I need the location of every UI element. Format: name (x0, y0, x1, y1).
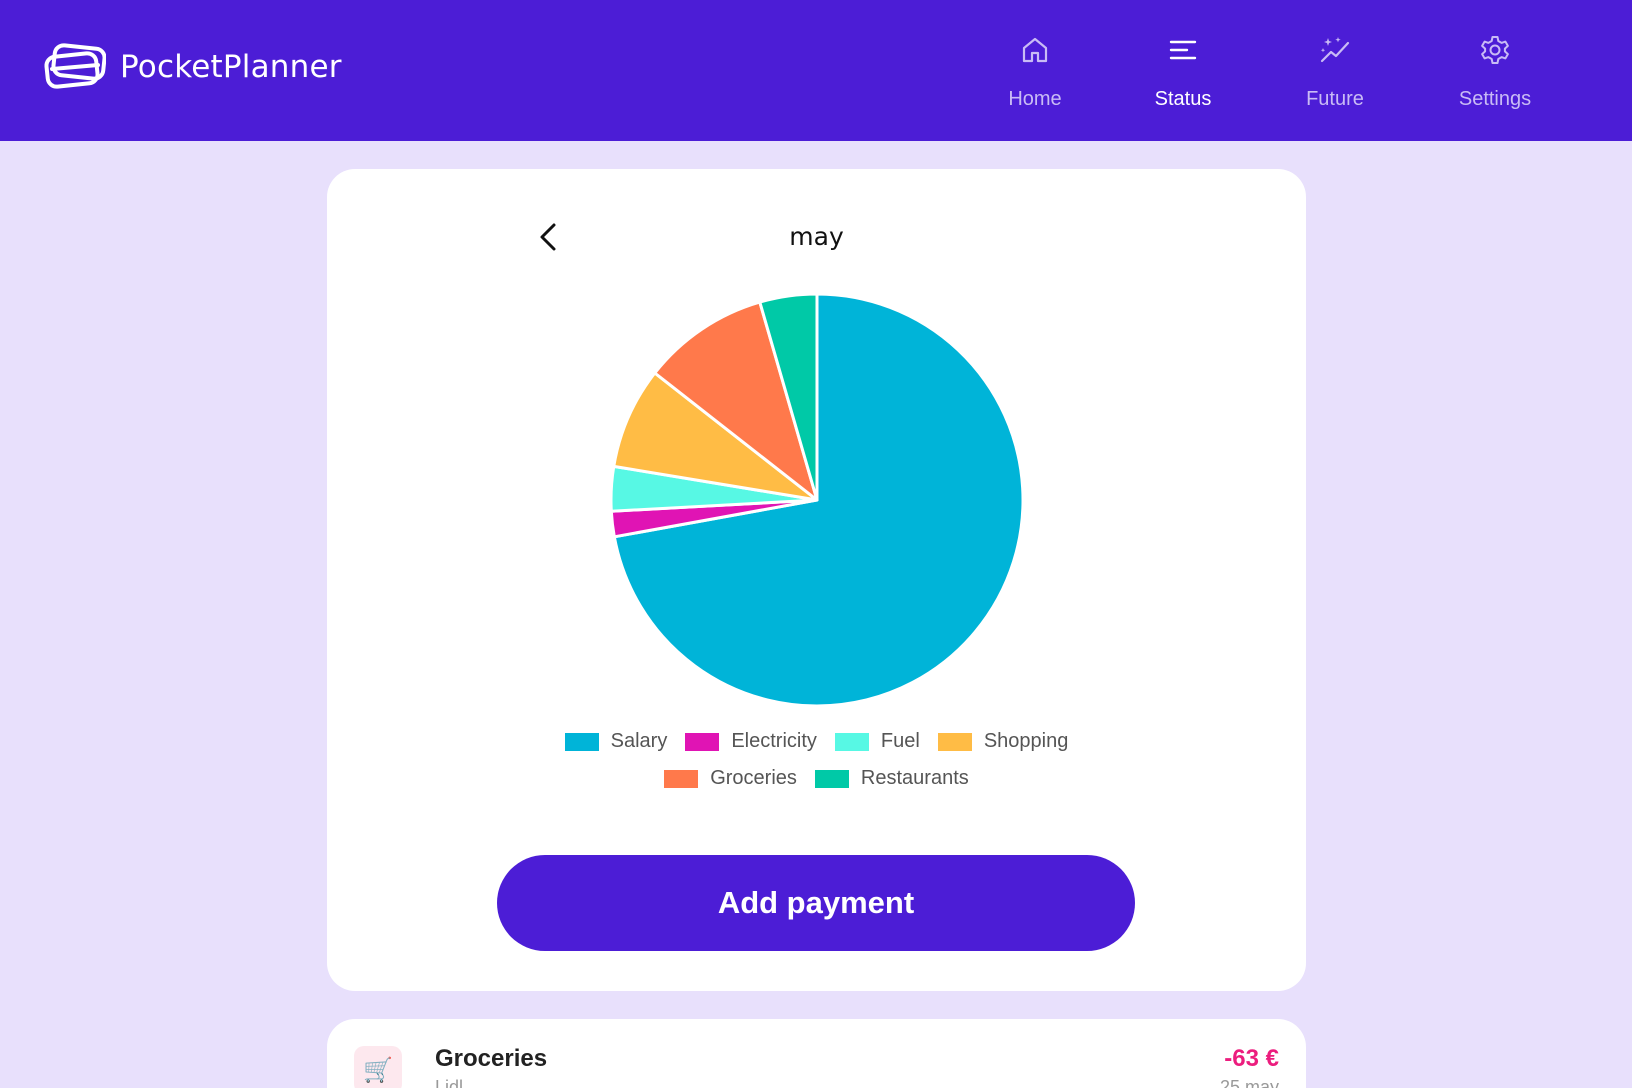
chart-legend: Salary Electricity Fuel Shopping Groceries Re… (327, 723, 1306, 797)
legend-item-salary[interactable]: Salary (564, 730, 668, 753)
legend-label: Groceries (710, 767, 797, 789)
legend-item-electricity[interactable]: Electricity (685, 730, 817, 753)
legend-label: Salary (610, 730, 668, 752)
nav-settings-label: Settings (1458, 88, 1532, 110)
legend-row: Groceries Restaurants (327, 760, 1306, 797)
list-icon (1169, 40, 1197, 60)
nav-status[interactable]: Status (1123, 30, 1243, 120)
transaction-merchant: Lidl (435, 1077, 464, 1088)
logo-icon (44, 43, 106, 89)
gear-icon (1481, 36, 1509, 64)
legend-item-restaurants[interactable]: Restaurants (814, 767, 969, 790)
legend-label: Fuel (880, 730, 920, 752)
legend-item-shopping[interactable]: Shopping (937, 730, 1069, 753)
legend-swatch (834, 732, 869, 751)
shopping-cart-icon: 🛒 (354, 1046, 402, 1088)
transaction-category: Groceries (435, 1045, 548, 1072)
top-bar: PocketPlanner Home Status Future Setting… (0, 0, 1632, 141)
nav-future[interactable]: Future (1275, 30, 1395, 120)
legend-item-fuel[interactable]: Fuel (834, 730, 920, 753)
home-icon (1022, 37, 1048, 63)
nav-status-label: Status (1154, 88, 1212, 110)
legend-label: Restaurants (860, 767, 969, 789)
nav-home-label: Home (1008, 88, 1062, 110)
transaction-card[interactable]: 🛒 Groceries Lidl -63 € 25 may (327, 1019, 1306, 1088)
transaction-amount: -63 € (1224, 1045, 1279, 1072)
legend-row: Salary Electricity Fuel Shopping (327, 723, 1306, 760)
nav-settings[interactable]: Settings (1435, 30, 1555, 120)
legend-swatch (937, 732, 972, 751)
trend-sparkle-icon (1320, 37, 1350, 63)
legend-swatch (685, 732, 720, 751)
brand[interactable]: PocketPlanner (44, 40, 342, 94)
legend-item-groceries[interactable]: Groceries (664, 767, 797, 790)
app-name: PocketPlanner (120, 49, 342, 85)
legend-swatch (564, 732, 599, 751)
legend-label: Electricity (731, 730, 817, 752)
transaction-date: 25 may (1219, 1077, 1279, 1088)
status-card: may Salary Electricity Fuel Shopping Groceri… (327, 169, 1306, 991)
nav-future-label: Future (1306, 88, 1364, 110)
legend-swatch (814, 769, 849, 788)
legend-label: Shopping (983, 730, 1069, 752)
legend-swatch (664, 769, 699, 788)
add-payment-button[interactable]: Add payment (497, 855, 1135, 951)
nav-home[interactable]: Home (975, 30, 1095, 120)
